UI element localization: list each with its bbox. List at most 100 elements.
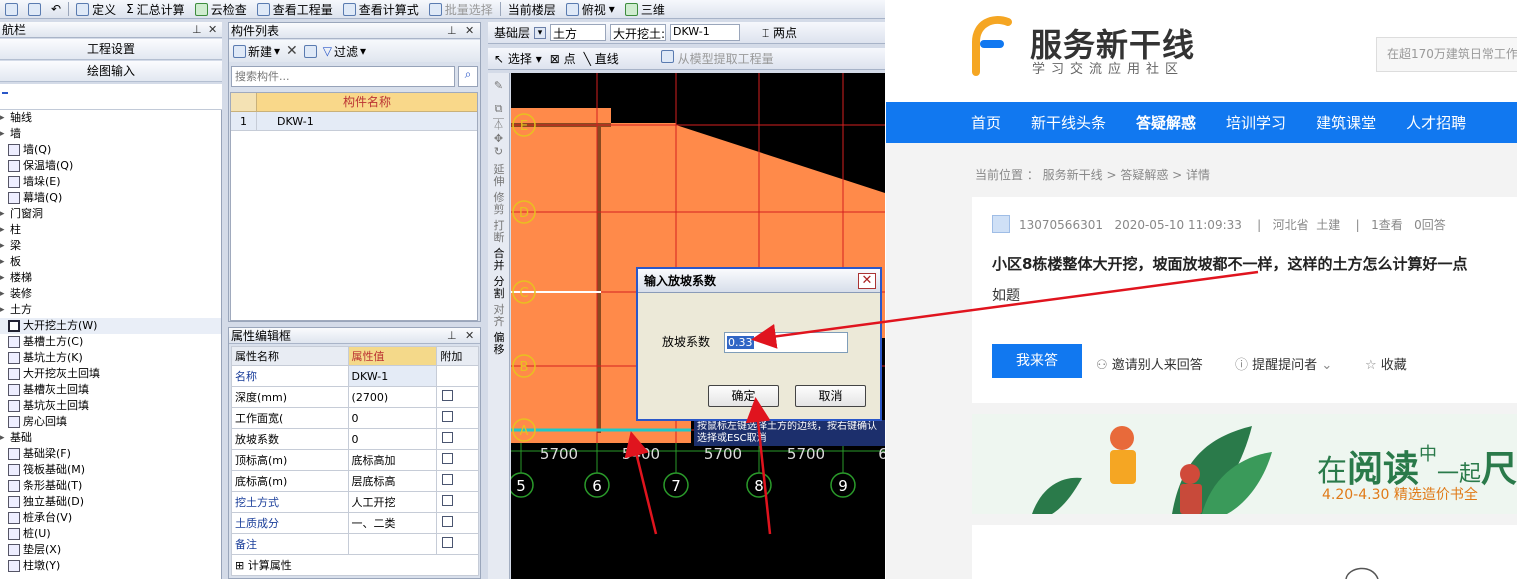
project-settings-button[interactable]: 工程设置 [0,39,222,60]
copy-icon[interactable]: ⧉ [488,102,509,116]
filter-button[interactable]: ▽ 过滤 ▾ [323,43,366,60]
tree-item[interactable]: 桩(U) [0,526,221,542]
save-icon[interactable] [23,0,46,19]
component-search-input[interactable]: 搜索构件... [231,66,455,87]
pin-icon[interactable]: ⊥ [447,328,457,344]
property-value[interactable]: 一、二类 [347,512,438,534]
rotate-icon[interactable]: ↻ [488,145,509,158]
tree-item[interactable]: 独立基础(D) [0,494,221,510]
search-icon[interactable]: ⌕ [458,66,478,87]
drawing-input-button[interactable]: 绘图输入 [0,61,222,82]
tree-item[interactable]: ▸ 楼梯 [0,270,221,286]
nav-training[interactable]: 培训学习 [1226,112,1286,133]
chevron-down-icon[interactable]: ▾ [534,26,547,39]
extra-checkbox[interactable] [442,453,454,464]
property-value[interactable]: 人工开挖 [347,491,438,513]
open-icon[interactable] [0,0,23,19]
answer-button[interactable]: 我来答 [992,344,1082,378]
close-icon[interactable]: ✕ [208,22,217,38]
summary-button[interactable]: Σ 汇总计算 [121,0,190,19]
top-view-button[interactable]: 俯视 ▾ [561,0,620,19]
slope-coefficient-input[interactable]: 0.33 [724,332,848,353]
expand-icon[interactable]: ▸ [0,430,10,446]
tree-item[interactable]: 墙(Q) [0,142,221,158]
expand-icon[interactable]: ▸ [0,254,10,270]
mirror-icon[interactable]: ⏄ [488,116,509,132]
tree-item[interactable]: ▸ 轴线 [0,110,221,126]
tree-item[interactable]: ▸ 土方 [0,302,221,318]
tree-item[interactable]: ▸ 基础 [0,430,221,446]
expand-icon[interactable]: ▸ [0,238,10,254]
tree-item[interactable]: ▸ 柱 [0,222,221,238]
extra-checkbox[interactable] [442,537,454,548]
tree-item[interactable]: 基槽土方(C) [0,334,221,350]
extra-checkbox[interactable] [442,495,454,506]
tree-item[interactable]: 大开挖灰土回填 [0,366,221,382]
new-button[interactable]: 新建 ▾ [233,43,280,60]
property-row[interactable]: 工作面宽(0 [231,407,479,429]
point-button[interactable]: ⊠ 点 [550,50,576,67]
line-button[interactable]: ╲ 直线 [584,50,619,67]
tree-item[interactable]: ▸ 墙 [0,126,221,142]
expand-icon[interactable]: ▸ [0,270,10,286]
promo-banner[interactable]: 在阅读中一起尺 4.20-4.30 精选造价书全 [972,414,1517,514]
property-value[interactable] [347,533,438,555]
floor-select[interactable]: 基础层 [494,24,530,41]
two-points-button[interactable]: ⌶ 两点 [762,24,797,41]
cloud-check-button[interactable]: 云检查 [190,0,252,19]
property-row[interactable]: 名称 DKW-1 [231,365,479,387]
define-button[interactable]: 定义 [71,0,121,19]
view-formula-button[interactable]: 查看计算式 [338,0,424,19]
nav-headlines[interactable]: 新干线头条 [1031,112,1106,133]
merge-button[interactable]: 合并 [493,248,505,272]
expand-icon[interactable]: ▸ [0,286,10,302]
property-row[interactable]: 顶标高(m) 底标高加 [231,449,479,471]
property-row[interactable]: 挖土方式 人工开挖 [231,491,479,513]
nav-home[interactable]: 首页 [971,112,1001,133]
pin-icon[interactable]: ⊥ [192,22,202,38]
nav-classroom[interactable]: 建筑课堂 [1316,112,1376,133]
expand-icon[interactable]: ▸ [0,222,10,238]
property-value[interactable]: DKW-1 [347,365,438,387]
extend-button[interactable]: 延伸 [493,164,505,188]
tree-item[interactable]: ▸ 装修 [0,286,221,302]
tree-item[interactable]: 垫层(X) [0,542,221,558]
tree-item[interactable]: 房心回填 [0,414,221,430]
favorite-link[interactable]: ☆ 收藏 [1365,354,1407,373]
break-button[interactable]: 打断 [493,220,505,244]
tree-item[interactable]: 柱墩(Y) [0,558,221,574]
align-button[interactable]: 对齐 [493,304,505,328]
tree-item[interactable]: 基础梁(F) [0,446,221,462]
tree-item[interactable]: ▸ 梁 [0,238,221,254]
property-value[interactable]: 层底标高 [347,470,438,492]
tree-item[interactable]: 大开挖土方(W) [0,318,221,334]
nav-qa[interactable]: 答疑解惑 [1136,112,1196,133]
extra-checkbox[interactable] [442,474,454,485]
property-row[interactable]: 土质成分 一、二类 [231,512,479,534]
property-value[interactable]: (2700) [347,386,438,408]
close-icon[interactable]: ✕ [465,328,474,344]
brush-icon[interactable]: ✎ [488,79,509,92]
avatar[interactable] [992,215,1010,233]
close-icon[interactable]: ✕ [465,23,474,39]
extra-checkbox[interactable] [442,516,454,527]
invite-link[interactable]: ⚇ 邀请别人来回答 [1096,354,1203,373]
view-quantity-button[interactable]: 查看工程量 [252,0,338,19]
category-select[interactable]: 土方 [550,24,607,41]
trim-button[interactable]: 修剪 [493,192,505,216]
extract-quantity-button[interactable]: 从模型提取工程量 [660,50,774,67]
collapse-icon[interactable] [2,92,8,94]
expand-icon[interactable]: ▸ [0,206,10,222]
tree-item[interactable]: 基槽灰土回填 [0,382,221,398]
calc-props-row[interactable]: ⊞ 计算属性 [231,554,479,576]
expand-icon[interactable]: ▸ [0,110,10,126]
property-value[interactable]: 0 [347,407,438,429]
copy-icon[interactable] [303,44,317,58]
split-button[interactable]: 分割 [493,276,505,300]
property-row[interactable]: 备注 [231,533,479,555]
property-row[interactable]: 底标高(m) 层底标高 [231,470,479,492]
tree-item[interactable]: 基坑土方(K) [0,350,221,366]
dialog-close-button[interactable]: ✕ [858,273,876,289]
tree-item[interactable]: 保温墙(Q) [0,158,221,174]
tree-item[interactable]: 墙垛(E) [0,174,221,190]
